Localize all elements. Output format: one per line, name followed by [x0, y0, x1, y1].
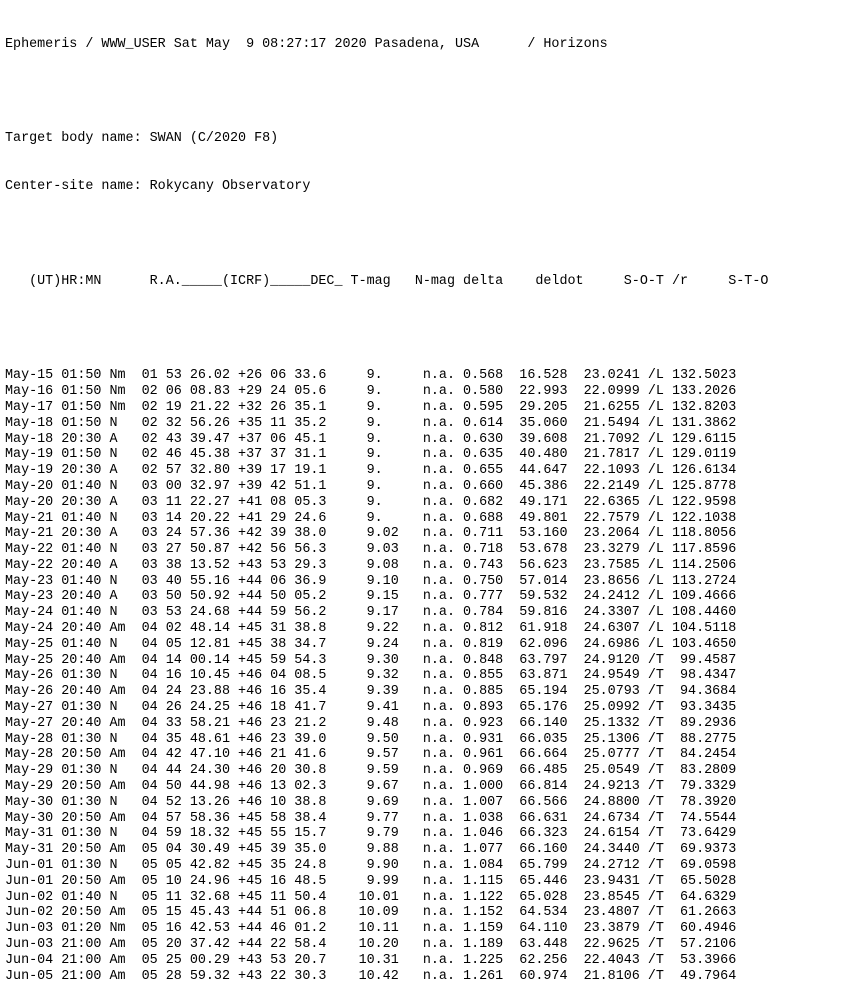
ephemeris-row: May-29 01:30 N 04 44 24.30 +46 20 30.8 9…: [5, 763, 737, 779]
ephemeris-row: May-15 01:50 Nm 01 53 26.02 +26 06 33.6 …: [5, 368, 737, 384]
ephemeris-row: May-23 20:40 A 03 50 50.92 +44 50 05.2 9…: [5, 589, 737, 605]
ephemeris-row: Jun-03 21:00 Am 05 20 37.42 +44 22 58.4 …: [5, 937, 737, 953]
ephemeris-row: May-18 20:30 A 02 43 39.47 +37 06 45.1 9…: [5, 431, 737, 447]
ephemeris-row: May-19 01:50 N 02 46 45.38 +37 37 31.1 9…: [5, 447, 737, 463]
ephemeris-row: May-28 20:50 Am 04 42 47.10 +46 21 41.6 …: [5, 747, 737, 763]
ephemeris-row: May-26 01:30 N 04 16 10.45 +46 04 08.5 9…: [5, 668, 737, 684]
column-header-line: (UT)HR:MN R.A._____(ICRF)_____DEC_ T-mag…: [5, 273, 769, 289]
ephemeris-row: May-21 20:30 A 03 24 57.36 +42 39 38.0 9…: [5, 526, 737, 542]
ephemeris-row: May-31 20:50 Am 05 04 30.49 +45 39 35.0 …: [5, 842, 737, 858]
ephemeris-row: May-29 20:50 Am 04 50 44.98 +46 13 02.3 …: [5, 779, 737, 795]
ephemeris-header-line: Ephemeris / WWW_USER Sat May 9 08:27:17 …: [5, 36, 608, 52]
ephemeris-row: May-16 01:50 Nm 02 06 08.83 +29 24 05.6 …: [5, 384, 737, 400]
ephemeris-row: May-24 01:40 N 03 53 24.68 +44 59 56.2 9…: [5, 605, 737, 621]
ephemeris-row: Jun-02 01:40 N 05 11 32.68 +45 11 50.4 1…: [5, 889, 737, 905]
ephemeris-row: May-30 20:50 Am 04 57 58.36 +45 58 38.4 …: [5, 810, 737, 826]
ephemeris-table: May-15 01:50 Nm 01 53 26.02 +26 06 33.6 …: [5, 368, 768, 984]
ephemeris-row: May-18 01:50 N 02 32 56.26 +35 11 35.2 9…: [5, 415, 737, 431]
ephemeris-row: May-28 01:30 N 04 35 48.61 +46 23 39.0 9…: [5, 731, 737, 747]
ephemeris-row: May-25 01:40 N 04 05 12.81 +45 38 34.7 9…: [5, 636, 737, 652]
ephemeris-row: Jun-01 01:30 N 05 05 42.82 +45 35 24.8 9…: [5, 858, 737, 874]
ephemeris-row: May-30 01:30 N 04 52 13.26 +46 10 38.8 9…: [5, 794, 737, 810]
ephemeris-row: May-22 01:40 N 03 27 50.87 +42 56 56.3 9…: [5, 542, 737, 558]
ephemeris-row: Jun-03 01:20 Nm 05 16 42.53 +44 46 01.2 …: [5, 921, 737, 937]
ephemeris-row: May-25 20:40 Am 04 14 00.14 +45 59 54.3 …: [5, 652, 737, 668]
ephemeris-row: May-27 01:30 N 04 26 24.25 +46 18 41.7 9…: [5, 700, 737, 716]
ephemeris-row: May-24 20:40 Am 04 02 48.14 +45 31 38.8 …: [5, 621, 737, 637]
ephemeris-row: May-21 01:40 N 03 14 20.22 +41 29 24.6 9…: [5, 510, 737, 526]
ephemeris-row: May-26 20:40 Am 04 24 23.88 +46 16 35.4 …: [5, 684, 737, 700]
ephemeris-row: Jun-04 21:00 Am 05 25 00.29 +43 53 20.7 …: [5, 952, 737, 968]
ephemeris-row: Jun-05 21:00 Am 05 28 59.32 +43 22 30.3 …: [5, 968, 737, 984]
ephemeris-row: May-20 20:30 A 03 11 22.27 +41 08 05.3 9…: [5, 494, 737, 510]
target-body-line: Target body name: SWAN (C/2020 F8): [5, 131, 279, 147]
ephemeris-document: Ephemeris / WWW_USER Sat May 9 08:27:17 …: [5, 5, 768, 1000]
ephemeris-row: May-23 01:40 N 03 40 55.16 +44 06 36.9 9…: [5, 573, 737, 589]
ephemeris-row: May-31 01:30 N 04 59 18.32 +45 55 15.7 9…: [5, 826, 737, 842]
ephemeris-row: Jun-02 20:50 Am 05 15 45.43 +44 51 06.8 …: [5, 905, 737, 921]
center-site-line: Center-site name: Rokycany Observatory: [5, 178, 311, 194]
ephemeris-row: May-20 01:40 N 03 00 32.97 +39 42 51.1 9…: [5, 478, 737, 494]
ephemeris-row: May-27 20:40 Am 04 33 58.21 +46 23 21.2 …: [5, 715, 737, 731]
ephemeris-row: Jun-01 20:50 Am 05 10 24.96 +45 16 48.5 …: [5, 873, 737, 889]
ephemeris-row: May-22 20:40 A 03 38 13.52 +43 53 29.3 9…: [5, 557, 737, 573]
ephemeris-row: May-17 01:50 Nm 02 19 21.22 +32 26 35.1 …: [5, 399, 737, 415]
ephemeris-row: May-19 20:30 A 02 57 32.80 +39 17 19.1 9…: [5, 463, 737, 479]
